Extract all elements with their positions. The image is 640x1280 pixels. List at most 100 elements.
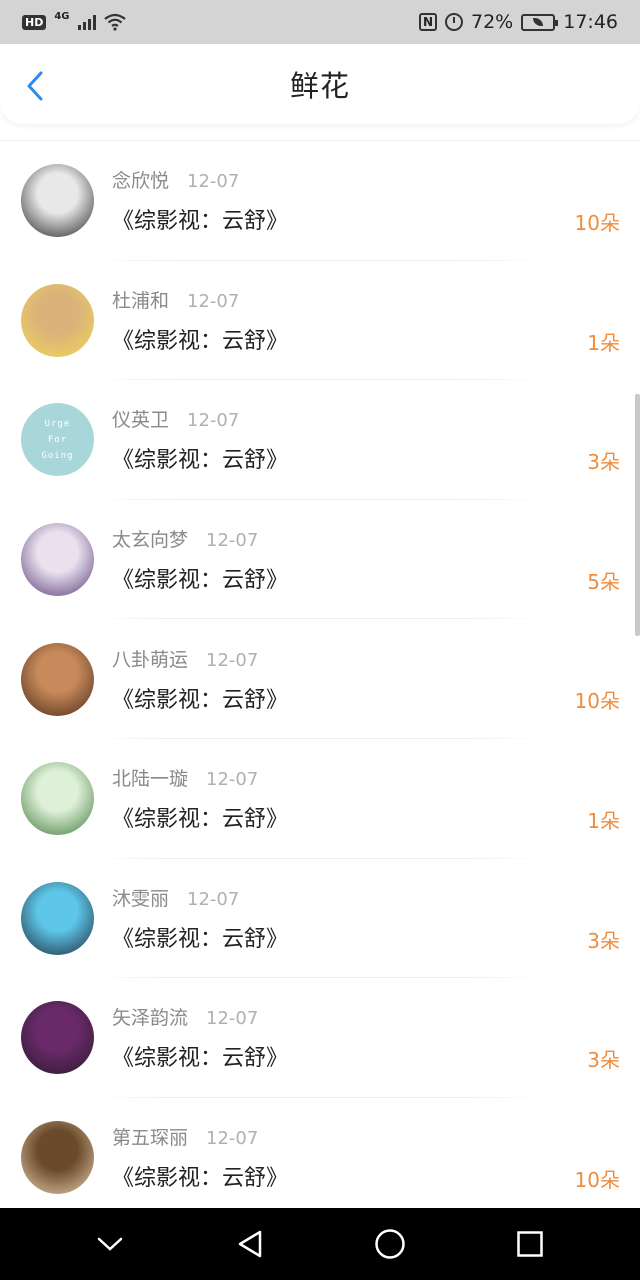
meta-row: 仪英卫 12-07 xyxy=(112,405,640,432)
meta-row: 第五琛丽 12-07 xyxy=(112,1123,640,1150)
scrollbar[interactable] xyxy=(635,394,640,636)
wifi-icon xyxy=(103,13,126,31)
avatar[interactable] xyxy=(21,283,94,357)
list-item[interactable]: 杜浦和 12-07 《综影视：云舒》 1朵 xyxy=(0,261,640,381)
item-date: 12-07 xyxy=(206,769,259,791)
battery-percent: 72% xyxy=(471,11,514,33)
item-body: 八卦萌运 12-07 《综影视：云舒》 xyxy=(112,645,640,714)
flower-count: 5朵 xyxy=(587,569,620,594)
flower-count: 10朵 xyxy=(574,211,620,235)
system-nav-bar xyxy=(0,1208,640,1280)
avatar[interactable] xyxy=(21,164,94,238)
avatar[interactable] xyxy=(21,881,94,955)
list-item[interactable]: 沐雯丽 12-07 《综影视：云舒》 3朵 xyxy=(0,859,640,979)
avatar[interactable] xyxy=(21,1001,94,1075)
flower-count: 10朵 xyxy=(574,689,620,714)
avatar[interactable] xyxy=(21,1121,94,1195)
book-title[interactable]: 《综影视：云舒》 xyxy=(112,562,640,594)
item-date: 12-07 xyxy=(206,1008,259,1030)
item-date: 12-07 xyxy=(187,290,240,312)
avatar-text: Urge xyxy=(44,418,71,429)
user-name[interactable]: 矢泽韵流 xyxy=(112,1003,188,1030)
user-name[interactable]: 念欣悦 xyxy=(112,166,169,193)
alarm-icon xyxy=(445,13,463,31)
hd-badge: HD xyxy=(22,14,47,30)
flower-count: 1朵 xyxy=(587,330,620,355)
signal-icon xyxy=(77,14,96,30)
book-title[interactable]: 《综影视：云舒》 xyxy=(112,921,640,953)
avatar[interactable]: Urge For Going xyxy=(21,403,94,477)
item-date: 12-07 xyxy=(206,530,259,552)
battery-icon xyxy=(521,13,559,31)
meta-row: 北陆一璇 12-07 xyxy=(112,764,640,791)
book-title[interactable]: 《综影视：云舒》 xyxy=(112,323,640,355)
list-item[interactable]: 第五琛丽 12-07 《综影视：云舒》 10朵 xyxy=(0,1098,640,1208)
item-date: 12-07 xyxy=(206,649,259,671)
flower-list[interactable]: 念欣悦 12-07 《综影视：云舒》 10朵 杜浦和 12-07 《综影视：云舒》 1朵 Urg… xyxy=(0,140,640,1208)
book-title[interactable]: 《综影视：云舒》 xyxy=(112,203,640,235)
avatar[interactable] xyxy=(21,642,94,716)
meta-row: 杜浦和 12-07 xyxy=(112,286,640,313)
book-title[interactable]: 《综影视：云舒》 xyxy=(112,682,640,714)
item-body: 第五琛丽 12-07 《综影视：云舒》 xyxy=(112,1123,640,1192)
meta-row: 沐雯丽 12-07 xyxy=(112,884,640,911)
avatar-text: Going xyxy=(41,450,74,461)
status-bar: HD 4G N 72% 17:46 xyxy=(0,0,640,44)
user-name[interactable]: 八卦萌运 xyxy=(112,645,188,672)
avatar[interactable] xyxy=(21,762,94,836)
flower-count: 10朵 xyxy=(574,1167,620,1192)
avatar[interactable] xyxy=(21,523,94,597)
book-title[interactable]: 《综影视：云舒》 xyxy=(112,1040,640,1072)
avatar-text: For xyxy=(47,434,68,445)
nfc-icon: N xyxy=(419,13,437,31)
item-body: 仪英卫 12-07 《综影视：云舒》 xyxy=(112,405,640,474)
status-left: HD 4G xyxy=(22,10,126,31)
book-title[interactable]: 《综影视：云舒》 xyxy=(112,801,640,833)
meta-row: 矢泽韵流 12-07 xyxy=(112,1003,640,1030)
nav-recents-button[interactable] xyxy=(500,1214,560,1274)
circle-home-icon xyxy=(375,1229,405,1259)
list-item[interactable]: 矢泽韵流 12-07 《综影视：云舒》 3朵 xyxy=(0,978,640,1098)
item-body: 念欣悦 12-07 《综影视：云舒》 xyxy=(112,166,640,235)
item-date: 12-07 xyxy=(187,888,240,910)
item-body: 沐雯丽 12-07 《综影视：云舒》 xyxy=(112,884,640,953)
network-type: 4G xyxy=(54,10,70,22)
item-body: 北陆一璇 12-07 《综影视：云舒》 xyxy=(112,764,640,833)
list-item[interactable]: 念欣悦 12-07 《综影视：云舒》 10朵 xyxy=(0,141,640,261)
clock: 17:46 xyxy=(563,11,618,33)
item-date: 12-07 xyxy=(187,171,240,193)
square-recents-icon xyxy=(517,1231,543,1257)
item-body: 矢泽韵流 12-07 《综影视：云舒》 xyxy=(112,1003,640,1072)
meta-row: 太玄向梦 12-07 xyxy=(112,525,640,552)
book-title[interactable]: 《综影视：云舒》 xyxy=(112,442,640,474)
user-name[interactable]: 第五琛丽 xyxy=(112,1123,188,1150)
triangle-back-icon xyxy=(238,1230,262,1258)
page-title: 鲜花 xyxy=(289,69,350,103)
item-body: 杜浦和 12-07 《综影视：云舒》 xyxy=(112,286,640,355)
book-title[interactable]: 《综影视：云舒》 xyxy=(112,1160,640,1192)
flower-count: 3朵 xyxy=(587,450,620,475)
flower-count: 3朵 xyxy=(587,1048,620,1073)
list-item[interactable]: 北陆一璇 12-07 《综影视：云舒》 1朵 xyxy=(0,739,640,859)
user-name[interactable]: 沐雯丽 xyxy=(112,884,169,911)
item-body: 太玄向梦 12-07 《综影视：云舒》 xyxy=(112,525,640,594)
list-item[interactable]: 八卦萌运 12-07 《综影视：云舒》 10朵 xyxy=(0,619,640,739)
nav-collapse-button[interactable] xyxy=(80,1214,140,1274)
status-right: N 72% 17:46 xyxy=(419,11,618,33)
user-name[interactable]: 太玄向梦 xyxy=(112,525,188,552)
list-item[interactable]: Urge For Going 仪英卫 12-07 《综影视：云舒》 3朵 xyxy=(0,380,640,500)
meta-row: 八卦萌运 12-07 xyxy=(112,645,640,672)
flower-count: 1朵 xyxy=(587,808,620,833)
flower-count: 3朵 xyxy=(587,928,620,953)
app-header: 鲜花 xyxy=(0,44,640,124)
nav-home-button[interactable] xyxy=(360,1214,420,1274)
nav-back-button[interactable] xyxy=(220,1214,280,1274)
user-name[interactable]: 北陆一璇 xyxy=(112,764,188,791)
user-name[interactable]: 杜浦和 xyxy=(112,286,169,313)
chevron-down-icon xyxy=(97,1237,123,1251)
meta-row: 念欣悦 12-07 xyxy=(112,166,640,193)
user-name[interactable]: 仪英卫 xyxy=(112,405,169,432)
back-button[interactable] xyxy=(20,68,50,104)
list-item[interactable]: 太玄向梦 12-07 《综影视：云舒》 5朵 xyxy=(0,500,640,620)
item-date: 12-07 xyxy=(187,410,240,432)
